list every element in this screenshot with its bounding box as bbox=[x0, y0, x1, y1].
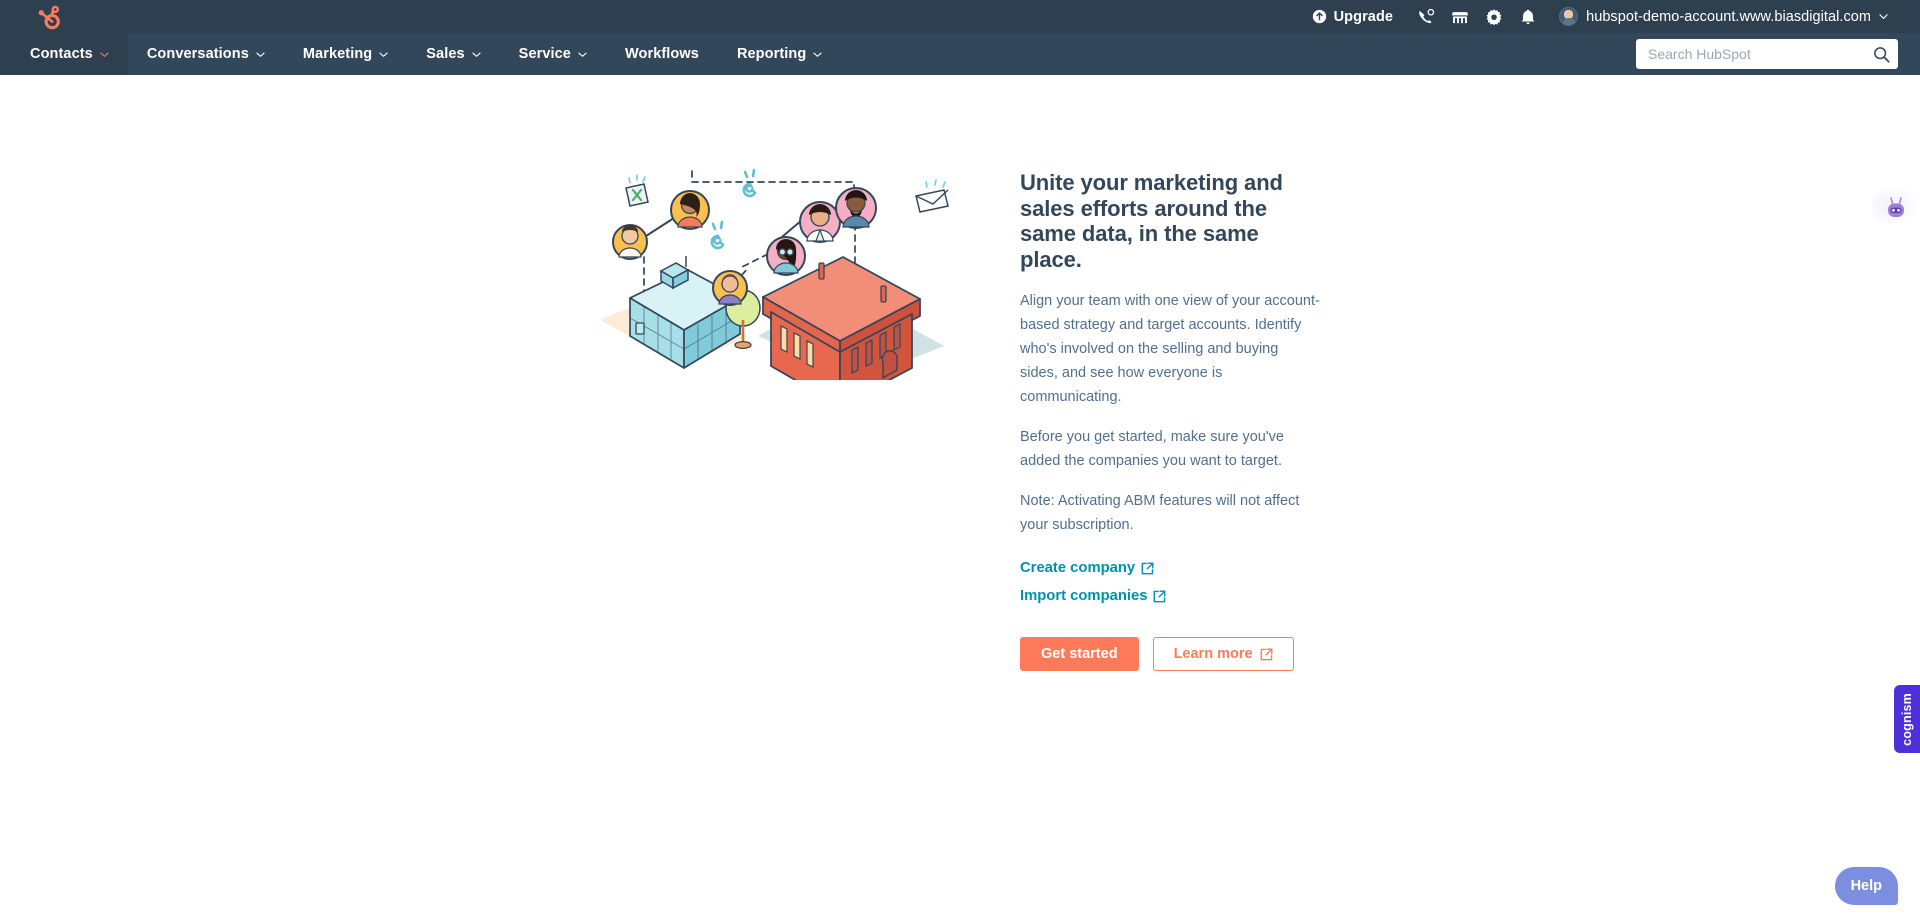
hero-button-row: Get started Learn more bbox=[1020, 637, 1320, 671]
avatar-circle bbox=[612, 224, 648, 260]
settings-button[interactable] bbox=[1477, 0, 1511, 33]
marketplace-button[interactable] bbox=[1443, 0, 1477, 33]
cognism-side-tab[interactable]: cognism bbox=[1894, 685, 1920, 753]
phone-call-button[interactable] bbox=[1409, 0, 1443, 33]
nav-item-label: Service bbox=[518, 46, 571, 62]
chevron-down-icon bbox=[578, 52, 587, 57]
nav-item-label: Reporting bbox=[736, 46, 807, 62]
nav-item-conversations[interactable]: Conversations bbox=[128, 33, 284, 75]
hero-link-list: Create company Import companies bbox=[1020, 559, 1320, 615]
marketplace-storefront-icon bbox=[1451, 11, 1469, 23]
account-menu[interactable]: hubspot-demo-account.www.biasdigital.com bbox=[1545, 0, 1898, 33]
ai-assistant-badge[interactable] bbox=[1872, 188, 1920, 228]
bell-notification-icon bbox=[1521, 9, 1535, 24]
nav-item-marketing[interactable]: Marketing bbox=[284, 33, 407, 75]
search-bar[interactable] bbox=[1636, 39, 1898, 69]
hubspot-logo[interactable] bbox=[30, 2, 64, 32]
page-title: Unite your marketing and sales efforts a… bbox=[1020, 170, 1283, 272]
chevron-down-icon bbox=[813, 52, 822, 57]
top-bar: Upgrade hubspot-demo-account.www.biasdig… bbox=[0, 0, 1920, 33]
avatar-circle bbox=[766, 236, 806, 276]
hero-paragraph-1: Align your team with one view of your ac… bbox=[1020, 293, 1320, 405]
chevron-down-icon bbox=[472, 52, 481, 57]
nav-item-list: Contacts Conversations Marketing Sales S bbox=[0, 33, 1920, 75]
external-link-icon bbox=[1141, 562, 1154, 574]
nav-item-label: Sales bbox=[426, 46, 465, 62]
search-button[interactable] bbox=[1864, 39, 1898, 69]
main-navigation-bar: Contacts Conversations Marketing Sales S bbox=[0, 33, 1920, 75]
upgrade-button[interactable]: Upgrade bbox=[1296, 0, 1410, 33]
learn-more-button[interactable]: Learn more bbox=[1152, 637, 1294, 671]
learn-more-label: Learn more bbox=[1173, 646, 1253, 662]
upgrade-label: Upgrade bbox=[1333, 8, 1394, 25]
avatar-circle bbox=[670, 190, 710, 230]
hero-copy-column: Unite your marketing and sales efforts a… bbox=[1020, 160, 1320, 671]
robot-assistant-icon bbox=[1888, 197, 1904, 217]
gear-icon bbox=[1486, 8, 1502, 25]
chevron-down-icon bbox=[100, 52, 109, 57]
abm-onboarding-hero: Unite your marketing and sales efforts a… bbox=[600, 160, 1320, 671]
get-started-label: Get started bbox=[1041, 646, 1118, 662]
create-company-label: Create company bbox=[1020, 560, 1136, 576]
chevron-down-icon bbox=[1879, 14, 1888, 20]
avatar-circle bbox=[799, 201, 841, 243]
import-companies-link[interactable]: Import companies bbox=[1020, 588, 1166, 604]
nav-item-label: Conversations bbox=[146, 46, 249, 62]
get-started-button[interactable]: Get started bbox=[1020, 637, 1139, 671]
phone-ring-icon bbox=[742, 168, 757, 198]
avatar-circle bbox=[712, 270, 748, 306]
nav-item-contacts[interactable]: Contacts bbox=[0, 33, 128, 75]
envelope-icon bbox=[915, 179, 949, 213]
hero-paragraph-2: Before you get started, make sure you've… bbox=[1020, 429, 1284, 469]
nav-item-sales[interactable]: Sales bbox=[407, 33, 499, 75]
spreadsheet-doc-icon bbox=[625, 174, 649, 207]
nav-item-label: Workflows bbox=[624, 46, 699, 62]
chevron-down-icon bbox=[256, 52, 265, 57]
create-company-link[interactable]: Create company bbox=[1020, 560, 1154, 576]
main-content-area: Unite your marketing and sales efforts a… bbox=[0, 75, 1920, 923]
cognism-tab-label: cognism bbox=[1900, 692, 1914, 746]
nav-item-label: Contacts bbox=[30, 46, 93, 62]
nav-item-label: Marketing bbox=[302, 46, 373, 62]
phone-ring-icon bbox=[710, 220, 725, 250]
help-button[interactable]: Help bbox=[1834, 867, 1898, 905]
nav-item-workflows[interactable]: Workflows bbox=[606, 33, 718, 75]
hubspot-sprocket-icon bbox=[38, 5, 60, 30]
import-companies-label: Import companies bbox=[1020, 588, 1148, 604]
account-name: hubspot-demo-account.www.biasdigital.com bbox=[1586, 8, 1871, 25]
upgrade-arrow-icon bbox=[1312, 9, 1326, 24]
external-link-icon bbox=[1154, 590, 1166, 602]
external-link-icon bbox=[1260, 648, 1273, 660]
avatar-circle bbox=[835, 187, 877, 229]
phone-call-icon bbox=[1419, 8, 1435, 23]
chevron-down-icon bbox=[379, 52, 388, 57]
nav-item-service[interactable]: Service bbox=[500, 33, 606, 75]
avatar bbox=[1559, 7, 1579, 26]
help-label: Help bbox=[1850, 878, 1882, 894]
search-input[interactable] bbox=[1636, 46, 1864, 62]
hero-paragraph-3: Note: Activating ABM features will not a… bbox=[1020, 493, 1300, 533]
top-bar-right-cluster: Upgrade hubspot-demo-account.www.biasdig… bbox=[1296, 0, 1898, 33]
notifications-button[interactable] bbox=[1511, 0, 1545, 33]
nav-item-reporting[interactable]: Reporting bbox=[718, 33, 841, 75]
abm-network-illustration bbox=[600, 168, 949, 380]
search-icon bbox=[1873, 46, 1890, 63]
